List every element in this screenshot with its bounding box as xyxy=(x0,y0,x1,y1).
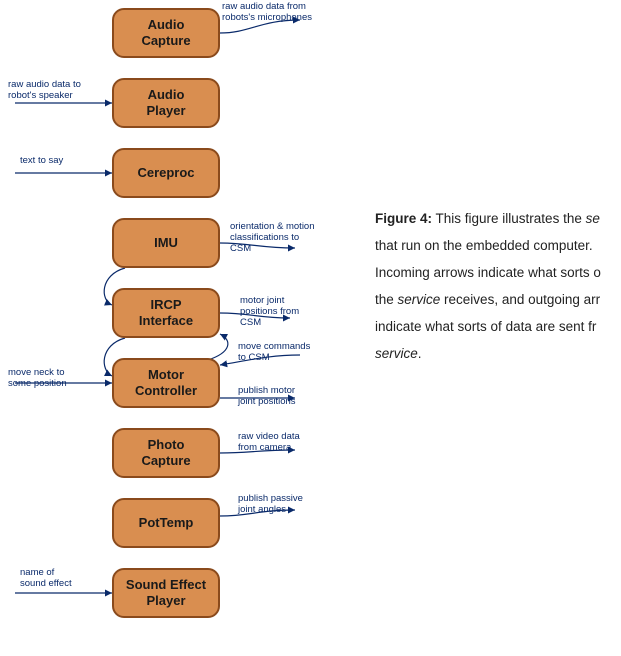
caption-text: . xyxy=(418,346,422,361)
edge-label-imu-out: orientation & motionclassifications toCS… xyxy=(230,222,315,255)
node-label: AudioPlayer xyxy=(146,87,185,118)
edge-label-motor-in-top: move commandsto CSM xyxy=(238,342,310,364)
caption-text: This figure illustrates the xyxy=(432,211,586,226)
caption-text: Incoming arrows indicate what sorts o xyxy=(375,265,601,280)
caption-text: the xyxy=(375,292,398,307)
figure-caption: Figure 4: This figure illustrates the se… xyxy=(375,205,615,367)
node-motor-controller: MotorController xyxy=(112,358,220,408)
node-pottemp: PotTemp xyxy=(112,498,220,548)
edge-label-cereproc-in: text to say xyxy=(20,156,63,167)
caption-text: that run on the embedded computer. xyxy=(375,238,593,253)
node-imu: IMU xyxy=(112,218,220,268)
caption-label: Figure 4: xyxy=(375,211,432,226)
edge-label-photo-out: raw video datafrom camera xyxy=(238,432,300,454)
caption-ital: se xyxy=(586,211,600,226)
node-audio-capture: AudioCapture xyxy=(112,8,220,58)
node-audio-player: AudioPlayer xyxy=(112,78,220,128)
node-cereproc: Cereproc xyxy=(112,148,220,198)
node-label: Cereproc xyxy=(137,165,194,181)
edge-label-audio-player-in: raw audio data torobot's speaker xyxy=(8,80,81,102)
edge-label-ircp-out: motor jointpositions fromCSM xyxy=(240,296,299,329)
caption-text: receives, and outgoing arr xyxy=(440,292,600,307)
node-label: IMU xyxy=(154,235,178,251)
caption-text: indicate what sorts of data are sent fr xyxy=(375,319,596,334)
edge-label-motor-in-left: move neck tosome position xyxy=(8,368,67,390)
node-label: MotorController xyxy=(135,367,197,398)
edge-label-motor-out: publish motorjoint positions xyxy=(238,386,296,408)
edge-label-pottemp-out: publish passivejoint angles xyxy=(238,494,303,516)
edge-label-audio-capture-out: raw audio data fromrobots's microphones xyxy=(222,2,312,24)
edge-label-sound-in: name ofsound effect xyxy=(20,568,72,590)
node-label: IRCPInterface xyxy=(139,297,193,328)
node-label: PhotoCapture xyxy=(141,437,190,468)
node-label: PotTemp xyxy=(139,515,194,531)
node-label: AudioCapture xyxy=(141,17,190,48)
diagram-area: AudioCapture AudioPlayer Cereproc IMU IR… xyxy=(0,0,360,656)
node-label: Sound EffectPlayer xyxy=(126,577,206,608)
caption-ital: service xyxy=(398,292,441,307)
node-ircp-interface: IRCPInterface xyxy=(112,288,220,338)
caption-ital: service xyxy=(375,346,418,361)
node-photo-capture: PhotoCapture xyxy=(112,428,220,478)
node-sound-effect-player: Sound EffectPlayer xyxy=(112,568,220,618)
